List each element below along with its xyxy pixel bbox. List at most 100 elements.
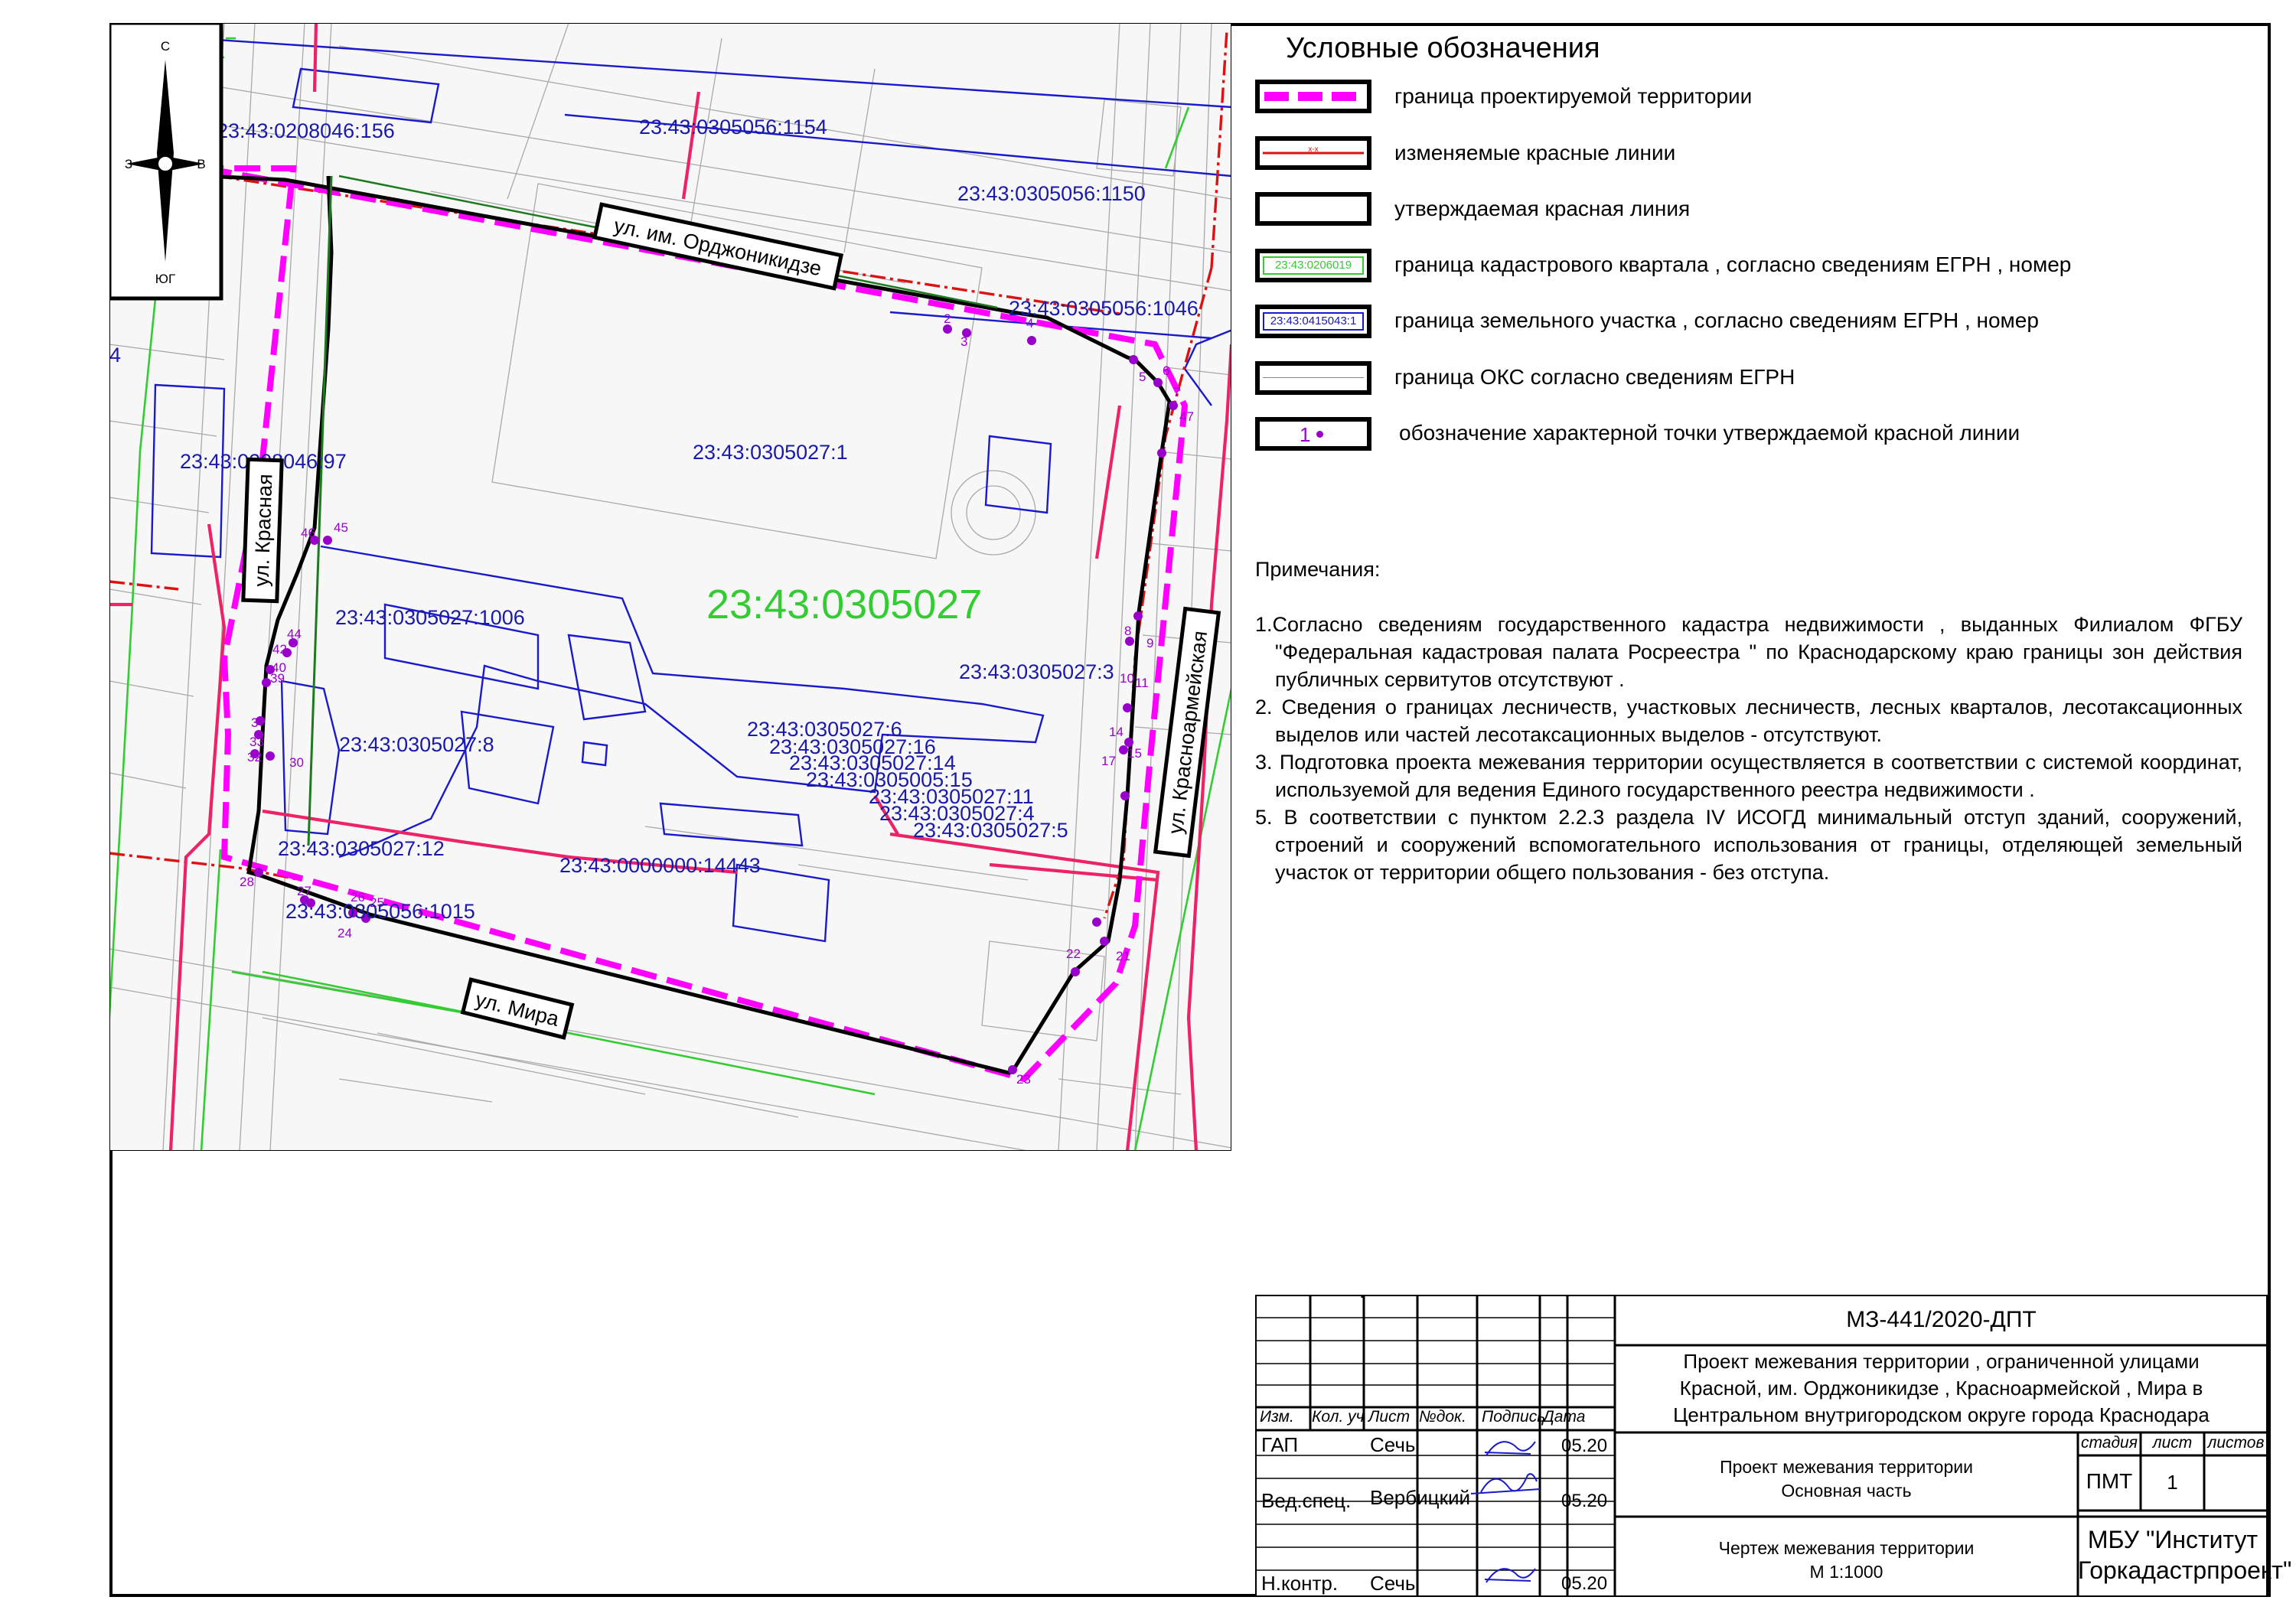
point-label-2: 2 — [944, 311, 951, 326]
header-podpis: Подпись — [1482, 1408, 1546, 1426]
point-label-24: 24 — [338, 926, 352, 940]
note-item: 1.Согласно сведениям государственного ка… — [1255, 613, 2242, 691]
point-label-42: 42 — [272, 642, 287, 657]
survey-map: 2 3 4 5 6 7 8 9 10 11 14 15 17 21 22 23 … — [100, 21, 1235, 1152]
point-label-15: 15 — [1127, 746, 1142, 761]
point-label-14: 14 — [1109, 725, 1124, 739]
note-item: 5. В соответствии с пунктом 2.2.3 раздел… — [1255, 806, 2242, 884]
legend-label-quarter-boundary: граница кадастрового квартала , согласно… — [1394, 253, 2072, 276]
east-label: В — [197, 157, 205, 171]
point-label-17: 17 — [1101, 754, 1116, 768]
west-label: З — [125, 157, 132, 171]
organization-line: Горкадастрпроект" — [2078, 1556, 2292, 1584]
doc-part-line: Проект межевания территории — [1720, 1457, 1973, 1477]
point-label-11: 11 — [1135, 676, 1149, 690]
project-title: Проект межевания территории , ограниченн… — [1615, 1348, 2268, 1429]
header-list: Лист — [1368, 1408, 1411, 1426]
legend-swatch-approved-red-line — [1255, 192, 1371, 226]
point-dot-icon — [1316, 431, 1323, 438]
point-label-8: 8 — [1124, 624, 1131, 638]
row-role-n-kontr: Н.контр. — [1261, 1572, 1339, 1595]
legend-swatch-changing-red-lines: x-x — [1255, 136, 1371, 170]
parcel-label: 23:43:0305056:1154 — [639, 116, 827, 139]
svg-text:ул. Красная: ул. Красная — [249, 474, 276, 587]
parcel-label: 23:43:0305027:5 — [913, 819, 1068, 842]
row-date-n-kontr: 05.20 — [1561, 1573, 1608, 1594]
point-label-5: 5 — [1139, 370, 1146, 384]
legend-swatch-project-boundary — [1255, 80, 1371, 113]
legend-label-changing-red-lines: изменяемые красные линии — [1394, 141, 1676, 165]
parcel-label: 23:43:0305027:8 — [339, 733, 494, 756]
project-title-line: Красной, им. Орджоникидзе , Красноармейс… — [1679, 1377, 2203, 1400]
point-label-46: 46 — [301, 526, 315, 540]
drawing-title: Чертеж межевания территории М 1:1000 — [1615, 1537, 2078, 1584]
point-label-22: 22 — [1066, 947, 1081, 961]
point-label-40: 40 — [272, 660, 286, 675]
point-label-7: 7 — [1173, 385, 1180, 399]
doc-part: Проект межевания территории Основная час… — [1615, 1455, 2078, 1503]
quarter-number: 23:43:0305027 — [706, 582, 982, 627]
header-izm: Изм. — [1260, 1408, 1294, 1426]
point-label-33: 33 — [249, 735, 264, 749]
drawing-title-line: Чертеж межевания территории — [1718, 1538, 1975, 1558]
organization-line: МБУ "Институт — [2087, 1526, 2258, 1553]
row-date-gap: 05.20 — [1561, 1436, 1608, 1456]
parcel-label: 23:43:0208046:156 — [217, 119, 395, 142]
title-block: Изм. Кол. уч Лист №док. Подпись Дата ГАП… — [1255, 1295, 2292, 1597]
note-item: 3. Подготовка проекта межевания территор… — [1255, 751, 2242, 801]
header-stage: стадия — [2081, 1434, 2138, 1452]
project-title-line: Проект межевания территории , ограниченн… — [1683, 1350, 2200, 1373]
doc-part-line: Основная часть — [1781, 1481, 1912, 1501]
parcel-label: 23:43:0305027:1 — [693, 441, 848, 464]
row-name-gap: Сечь — [1370, 1433, 1416, 1456]
parcel-label: 23:43:0305027:3 — [959, 660, 1114, 683]
point-label-27: 27 — [297, 884, 311, 898]
quarter-number-label: 23:43:0305027 — [706, 582, 982, 627]
point-label-37: 37 — [251, 715, 266, 730]
row-role-gap: ГАП — [1261, 1433, 1299, 1456]
parcel-label: 23:43:0305056:1046 — [1009, 297, 1199, 320]
north-label: С — [161, 39, 170, 54]
row-name-n-kontr: Сечь — [1370, 1572, 1416, 1595]
edge-parcel-label: 4 — [109, 344, 121, 367]
parcel-label: 23:43:0305056:1150 — [957, 182, 1146, 205]
north-arrow: С ЮГ З В — [107, 21, 223, 301]
point-label-3: 3 — [960, 334, 967, 349]
header-kol-uch: Кол. уч — [1312, 1408, 1365, 1426]
point-label-44: 44 — [287, 627, 302, 641]
parcel-label: 23:43:0305027:1006 — [335, 606, 525, 629]
note-item: 2. Сведения о границах лесничеств, участ… — [1255, 696, 2242, 746]
row-name-ved-spec: Вербицкий — [1370, 1486, 1470, 1509]
header-sheets: листов — [2207, 1434, 2265, 1452]
legend-label-point: обозначение характерной точки утверждаем… — [1399, 421, 2020, 445]
point-label-21: 21 — [1116, 949, 1130, 963]
point-label-9: 9 — [1146, 636, 1153, 650]
document-code: МЗ-441/2020-ДПТ — [1846, 1307, 2037, 1332]
point-label-47: 47 — [1179, 409, 1194, 424]
header-sheet: лист — [2152, 1434, 2193, 1452]
svg-text:x-x: x-x — [1308, 145, 1318, 154]
notes-title: Примечания: — [1255, 558, 1381, 581]
parcel-label: 23:43:0305027:12 — [278, 837, 445, 860]
legend-swatch-point: 1 — [1255, 417, 1371, 451]
legend-label-project-boundary: граница проектируемой территории — [1394, 84, 1753, 108]
point-label-6: 6 — [1163, 363, 1169, 378]
point-label-30: 30 — [289, 755, 304, 770]
row-role-ved-spec: Вед.спец. — [1261, 1489, 1352, 1512]
legend-swatch-parcel-boundary: 23:43:0415043:1 — [1255, 305, 1371, 338]
header-data: Дата — [1543, 1408, 1586, 1426]
project-title-line: Центральном внутригородском округе город… — [1673, 1403, 2210, 1426]
notes: Примечания: 1.Согласно сведениям государ… — [1255, 556, 2242, 886]
drawing-scale: М 1:1000 — [1809, 1562, 1883, 1582]
legend-label-parcel-boundary: граница земельного участка , согласно св… — [1394, 308, 2039, 332]
legend-title: Условные обозначения — [1286, 32, 1600, 64]
point-label-32: 32 — [247, 750, 262, 764]
point-label-23: 23 — [1016, 1072, 1031, 1087]
legend-swatch-quarter-boundary: 23:43:0206019 — [1255, 249, 1371, 282]
legend-swatch-oks-boundary — [1255, 361, 1371, 395]
header-ndok: №док. — [1419, 1408, 1466, 1426]
parcel-label: 23:43:0000000:14443 — [559, 854, 761, 877]
organization: МБУ "Институт Горкадастрпроект" — [2078, 1524, 2292, 1586]
point-label-45: 45 — [334, 520, 348, 535]
legend-label-approved-red-line: утверждаемая красная линия — [1394, 197, 1691, 220]
